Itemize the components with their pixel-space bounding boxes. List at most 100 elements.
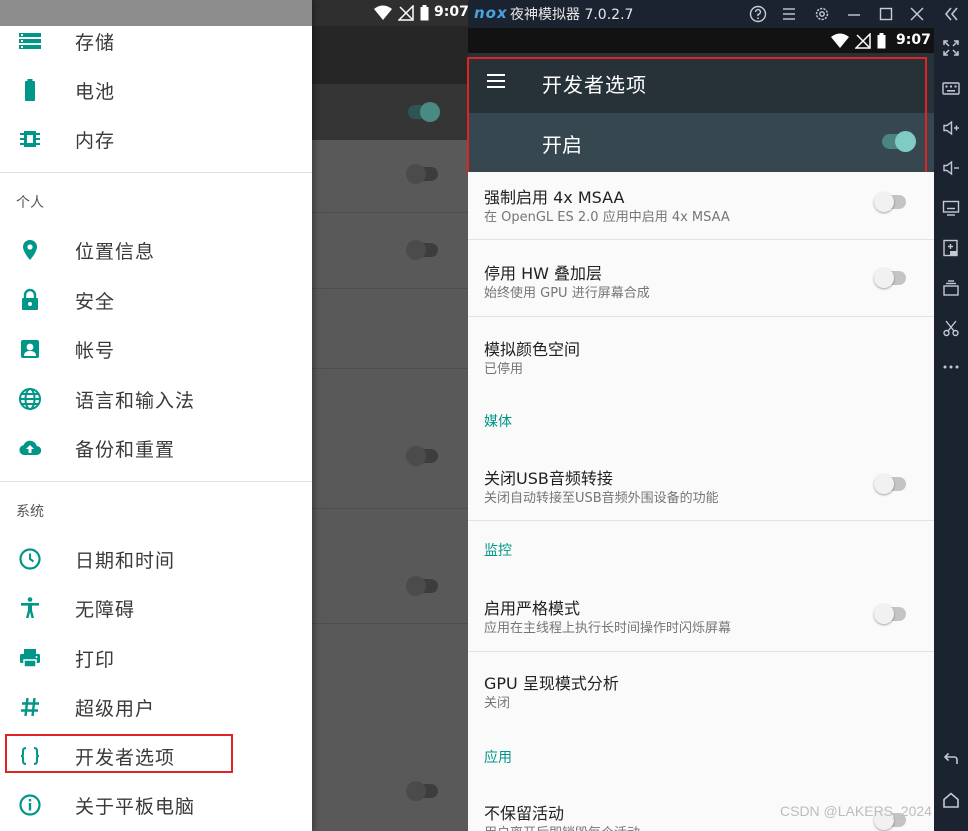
drawer-item-security[interactable]: 安全 <box>0 276 312 324</box>
pref-toggle[interactable] <box>874 604 906 624</box>
info-icon <box>19 794 41 816</box>
add-apk-icon[interactable] <box>941 238 961 258</box>
dimmed-row <box>312 213 468 289</box>
highlight-box-developer-header <box>467 57 927 174</box>
hash-icon <box>21 697 39 717</box>
pref-summary: 始终使用 GPU 进行屏幕合成 <box>484 286 650 301</box>
pref-simulate-color-space[interactable]: 模拟颜色空间 已停用 <box>468 317 934 393</box>
location-icon <box>23 240 37 260</box>
pref-strict-mode[interactable]: 启用严格模式 应用在主线程上执行长时间操作时闪烁屏幕 <box>468 572 934 652</box>
drawer-item-memory[interactable]: 内存 <box>0 115 312 163</box>
pref-summary: 已停用 <box>484 362 524 377</box>
pref-toggle[interactable] <box>874 474 906 494</box>
clock-icon <box>19 548 41 570</box>
drawer-item-label: 日期和时间 <box>75 550 176 572</box>
dimmed-row <box>312 289 468 369</box>
dimmed-row <box>312 509 468 624</box>
drawer-item-label: 帐号 <box>75 340 116 362</box>
battery-icon <box>25 79 35 101</box>
more-icon[interactable] <box>941 357 961 377</box>
drawer-item-print[interactable]: 打印 <box>0 634 312 682</box>
home-icon[interactable] <box>941 790 961 810</box>
cloud-upload-icon <box>19 440 42 456</box>
category-apps: 应用 <box>484 750 512 766</box>
drawer-item-label: 超级用户 <box>75 698 156 720</box>
drawer-item-accessibility[interactable]: 无障碍 <box>0 584 312 632</box>
volume-down-icon[interactable] <box>941 158 961 178</box>
drawer-item-account[interactable]: 帐号 <box>0 325 312 373</box>
drawer-item-date-time[interactable]: 日期和时间 <box>0 535 312 583</box>
minimize-icon[interactable] <box>844 4 864 24</box>
highlight-box-developer-options <box>5 734 233 773</box>
drawer-item-location[interactable]: 位置信息 <box>0 226 312 274</box>
pref-title: 关闭USB音频转接 <box>484 469 613 488</box>
pref-toggle[interactable] <box>874 268 906 288</box>
screen-icon[interactable] <box>941 198 961 218</box>
memory-icon <box>20 131 40 147</box>
drawer-item-label: 位置信息 <box>75 241 156 263</box>
close-icon[interactable] <box>907 4 927 24</box>
nox-logo: nox <box>474 4 508 22</box>
emulator-window: nox 夜神模拟器 7.0.2.7 9:07 开发者选项 开启 强制启用 4x … <box>467 0 968 831</box>
watermark: CSDN @LAKERS_2024 <box>780 803 932 819</box>
section-header-system: 系统 <box>16 504 44 520</box>
developer-settings-list: 强制启用 4x MSAA 在 OpenGL ES 2.0 应用中启用 4x MS… <box>468 172 934 831</box>
pref-toggle[interactable] <box>874 192 906 212</box>
storage-icon <box>19 33 41 49</box>
divider <box>0 481 312 482</box>
drawer-item-label: 存储 <box>75 32 116 54</box>
status-bar: 9:07 <box>312 0 468 26</box>
pref-title: 启用严格模式 <box>484 599 581 618</box>
section-header-personal: 个人 <box>16 195 44 211</box>
drawer-item-backup[interactable]: 备份和重置 <box>0 424 312 472</box>
drawer-item-label: 无障碍 <box>75 599 136 621</box>
pref-title: 停用 HW 叠加层 <box>484 264 603 283</box>
wifi-icon <box>374 5 392 20</box>
volume-up-icon[interactable] <box>941 118 961 138</box>
pref-title: GPU 呈现模式分析 <box>484 674 619 693</box>
accessibility-icon <box>21 597 39 618</box>
pref-summary: 应用在主线程上执行长时间操作时闪烁屏幕 <box>484 621 732 636</box>
pref-title: 不保留活动 <box>484 804 565 823</box>
dimmed-row <box>312 140 468 213</box>
back-icon[interactable] <box>941 750 961 770</box>
dimmed-master-row <box>312 84 468 140</box>
wifi-icon <box>831 33 849 48</box>
drawer-item-label: 电池 <box>75 81 116 103</box>
pref-disable-usb-audio[interactable]: 关闭USB音频转接 关闭自动转接至USB音频外围设备的功能 <box>468 442 934 521</box>
drawer-item-battery[interactable]: 电池 <box>0 66 312 114</box>
drawer-item-label: 安全 <box>75 291 116 313</box>
settings-drawer: 存储 电池 内存 个人 位置信息 安全 帐号 语言和输入法 备份和重置 系统 日… <box>0 0 312 831</box>
drawer-item-about[interactable]: 关于平板电脑 <box>0 781 312 829</box>
drawer-item-superuser[interactable]: 超级用户 <box>0 683 312 731</box>
drawer-item-label: 内存 <box>75 130 116 152</box>
drawer-item-label: 关于平板电脑 <box>75 796 196 818</box>
pref-summary: 用户离开后即销毁每个活动 <box>484 822 640 831</box>
drawer-item-storage[interactable]: 存储 <box>0 17 312 65</box>
pref-force-msaa[interactable]: 强制启用 4x MSAA 在 OpenGL ES 2.0 应用中启用 4x MS… <box>468 172 934 240</box>
category-monitoring: 监控 <box>484 543 512 559</box>
no-signal-icon <box>855 33 871 49</box>
pref-title: 强制启用 4x MSAA <box>484 188 625 207</box>
keyboard-icon[interactable] <box>941 78 961 98</box>
dimmed-switch <box>406 164 438 184</box>
battery-status-icon <box>877 33 886 49</box>
globe-icon <box>19 388 41 410</box>
pref-summary: 关闭自动转接至USB音频外围设备的功能 <box>484 491 719 506</box>
collapse-arrows-icon[interactable] <box>941 4 961 24</box>
help-icon[interactable] <box>748 4 768 24</box>
gear-icon[interactable] <box>812 4 832 24</box>
maximize-icon[interactable] <box>876 4 896 24</box>
multi-instance-icon[interactable] <box>941 278 961 298</box>
dimmed-app-bar <box>312 26 468 84</box>
fullscreen-icon[interactable] <box>941 38 961 58</box>
print-icon <box>20 649 40 668</box>
scissors-icon[interactable] <box>941 318 961 338</box>
category-media: 媒体 <box>484 414 512 430</box>
dimmed-switch <box>406 240 438 260</box>
status-bar: 9:07 <box>468 28 934 53</box>
pref-disable-hw-overlays[interactable]: 停用 HW 叠加层 始终使用 GPU 进行屏幕合成 <box>468 240 934 317</box>
drawer-item-language[interactable]: 语言和输入法 <box>0 375 312 423</box>
pref-gpu-profile-rendering[interactable]: GPU 呈现模式分析 关闭 <box>468 652 934 728</box>
menu-icon[interactable] <box>779 4 799 24</box>
